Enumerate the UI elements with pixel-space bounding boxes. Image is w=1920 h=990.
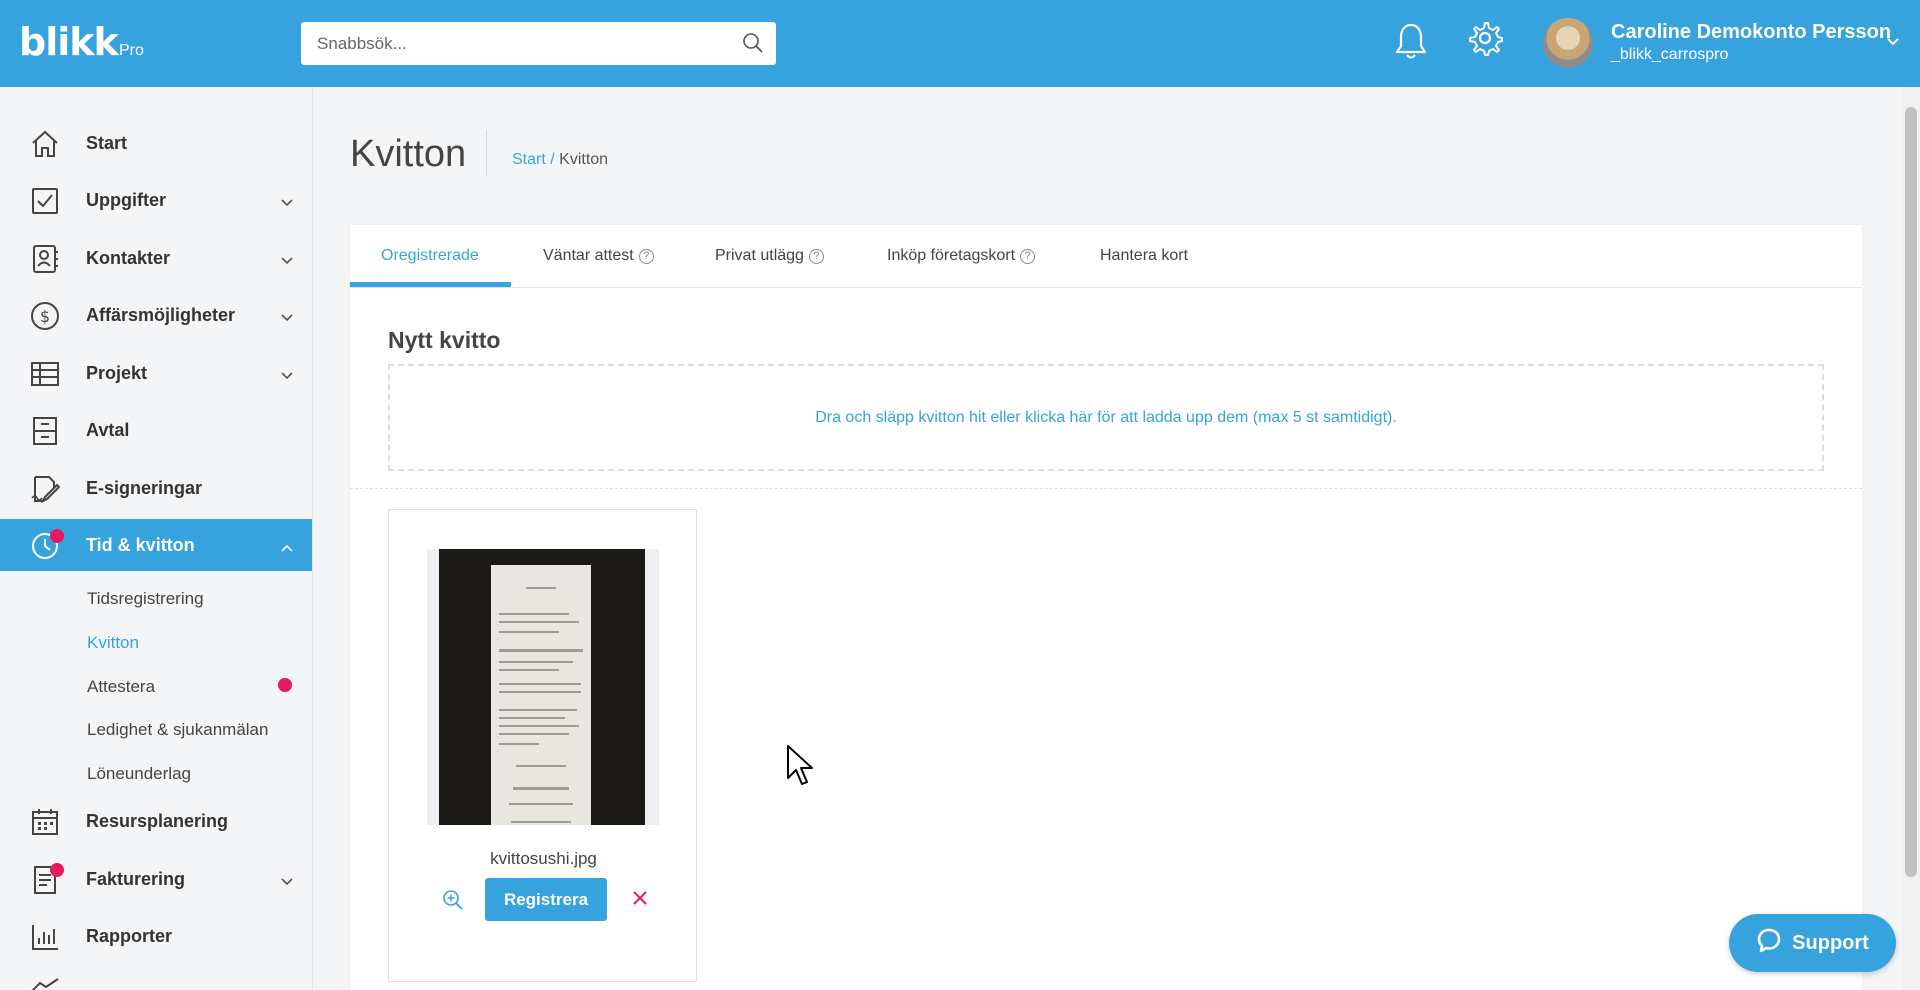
gear-icon[interactable] bbox=[1467, 20, 1503, 61]
receipt-thumbnail[interactable] bbox=[439, 549, 645, 825]
notification-dot bbox=[278, 678, 292, 692]
breadcrumb-home[interactable]: Start bbox=[512, 151, 546, 168]
tab-label: Väntar attest bbox=[543, 247, 634, 264]
sign-icon bbox=[30, 474, 61, 504]
logo-edition: Pro bbox=[119, 42, 144, 59]
sidebar-item-kontakter[interactable]: Kontakter bbox=[0, 232, 312, 284]
breadcrumb-current: Kvitton bbox=[559, 151, 609, 168]
sidebar-item-label: Rapporter bbox=[86, 926, 173, 946]
sidebar-subitem-loneunderlag[interactable]: Löneunderlag bbox=[87, 764, 191, 784]
top-bar: blikk Pro Caroline Demokonto Persson _bl… bbox=[0, 0, 1920, 87]
home-icon bbox=[30, 129, 60, 159]
tab-oregistrerade[interactable]: Oregistrerade bbox=[381, 247, 479, 265]
checkbox-icon bbox=[30, 186, 60, 216]
tab-hantera-kort[interactable]: Hantera kort bbox=[1100, 247, 1188, 265]
active-tab-indicator bbox=[350, 282, 511, 287]
chevron-up-icon bbox=[281, 539, 293, 557]
tab-privat-utlagg[interactable]: Privat utlägg ? bbox=[715, 247, 824, 265]
user-handle: _blikk_carrospro bbox=[1611, 46, 1729, 63]
scrollbar-thumb[interactable] bbox=[1905, 107, 1917, 877]
sidebar-item-affarsmojligheter[interactable]: $ Affärsmöjligheter bbox=[0, 289, 312, 341]
sidebar-subitem-tidsregistrering[interactable]: Tidsregistrering bbox=[87, 589, 204, 609]
sidebar-item-fakturering[interactable]: Fakturering bbox=[0, 853, 312, 905]
title-divider bbox=[486, 130, 487, 176]
logo[interactable]: blikk bbox=[19, 22, 119, 62]
notification-dot bbox=[50, 529, 64, 543]
table-icon bbox=[30, 359, 60, 389]
sidebar-item-label: Start bbox=[86, 133, 128, 153]
chevron-down-icon bbox=[281, 309, 293, 327]
search-box bbox=[301, 22, 776, 65]
dollar-icon: $ bbox=[30, 301, 60, 331]
tab-label: Hantera kort bbox=[1100, 247, 1189, 264]
sidebar-item-label: Tid & kvitton bbox=[86, 535, 195, 555]
tab-bar: Oregistrerade Väntar attest ? Privat utl… bbox=[350, 225, 1862, 288]
sidebar-subitem-attestera[interactable]: Attestera bbox=[87, 677, 155, 697]
sidebar-subitem-ledighet[interactable]: Ledighet & sjukanmälan bbox=[87, 720, 268, 740]
page-title: Kvitton bbox=[350, 133, 467, 175]
receipt-paper bbox=[491, 565, 591, 825]
sidebar-item-label: Projekt bbox=[86, 363, 148, 383]
sidebar-item-label: E-signeringar bbox=[86, 478, 203, 498]
register-button[interactable]: Registrera bbox=[485, 878, 607, 921]
bar-chart-icon bbox=[30, 922, 60, 952]
close-icon[interactable] bbox=[632, 890, 648, 911]
sidebar-item-label: Avtal bbox=[86, 420, 130, 440]
dropzone-text: Dra och släpp kvitton hit eller klicka h… bbox=[815, 408, 1397, 426]
sidebar-item-label: Fakturering bbox=[86, 869, 186, 889]
chat-icon bbox=[1756, 927, 1782, 959]
tab-label: Oregistrerade bbox=[381, 247, 479, 264]
sidebar-item-rapporter[interactable]: Rapporter bbox=[0, 910, 312, 962]
receipt-item: kvittosushi.jpg Registrera bbox=[388, 509, 697, 982]
trend-icon bbox=[30, 977, 60, 990]
sidebar-item-label: Resursplanering bbox=[86, 811, 229, 831]
breadcrumb: Start / Kvitton bbox=[512, 151, 608, 169]
breadcrumb-separator: / bbox=[550, 151, 555, 168]
sidebar-item-label: Affärsmöjligheter bbox=[86, 305, 236, 325]
sidebar-item-label: Kontakter bbox=[86, 248, 171, 268]
sidebar-item-resursplanering[interactable]: Resursplanering bbox=[0, 795, 312, 847]
notification-dot bbox=[50, 863, 64, 877]
zoom-in-icon[interactable] bbox=[442, 889, 464, 916]
chevron-down-icon bbox=[281, 873, 293, 891]
sidebar-item-label: Uppgifter bbox=[86, 190, 166, 210]
contacts-icon bbox=[30, 244, 60, 274]
search-icon[interactable] bbox=[742, 32, 764, 59]
mouse-cursor-icon bbox=[786, 744, 816, 793]
receipt-filename: kvittosushi.jpg bbox=[490, 849, 597, 868]
chevron-down-icon bbox=[281, 367, 293, 385]
page-scrollbar[interactable] bbox=[1902, 87, 1920, 990]
upload-dropzone[interactable]: Dra och släpp kvitton hit eller klicka h… bbox=[388, 364, 1824, 471]
receipts-card: Oregistrerade Väntar attest ? Privat utl… bbox=[350, 225, 1862, 990]
help-icon[interactable]: ? bbox=[808, 248, 824, 264]
sidebar-subitem-kvitton[interactable]: Kvitton bbox=[87, 633, 139, 653]
sidebar-item-uppgifter[interactable]: Uppgifter bbox=[0, 174, 312, 226]
bell-icon[interactable] bbox=[1394, 21, 1428, 66]
sidebar-item-e-signeringar[interactable]: E-signeringar bbox=[0, 462, 312, 514]
support-button[interactable]: Support bbox=[1729, 914, 1896, 972]
help-icon[interactable]: ? bbox=[1020, 248, 1036, 264]
sidebar-item-projekt[interactable]: Projekt bbox=[0, 347, 312, 399]
tab-label: Privat utlägg bbox=[715, 247, 804, 264]
tab-vantar-attest[interactable]: Väntar attest ? bbox=[543, 247, 654, 265]
avatar[interactable] bbox=[1543, 18, 1593, 68]
divider bbox=[350, 488, 1862, 489]
sidebar: Start Uppgifter Kontakter $ Affärsmöjlig… bbox=[0, 87, 313, 990]
sidebar-item-start[interactable]: Start bbox=[0, 117, 312, 169]
tab-inkop-foretagskort[interactable]: Inköp företagskort ? bbox=[887, 247, 1036, 265]
tab-label: Inköp företagskort bbox=[887, 247, 1016, 264]
search-input[interactable] bbox=[301, 22, 721, 65]
support-label: Support bbox=[1792, 931, 1869, 954]
section-title: Nytt kvitto bbox=[388, 327, 501, 353]
chevron-down-icon bbox=[281, 252, 293, 270]
user-name[interactable]: Caroline Demokonto Persson bbox=[1611, 21, 1891, 44]
sidebar-item-avtal[interactable]: Avtal bbox=[0, 404, 312, 456]
help-icon[interactable]: ? bbox=[638, 248, 654, 264]
sidebar-item-tid-kvitton[interactable]: Tid & kvitton bbox=[0, 519, 312, 571]
svg-text:$: $ bbox=[40, 307, 50, 326]
chevron-down-icon[interactable] bbox=[1886, 34, 1900, 52]
calendar-icon bbox=[30, 807, 60, 837]
cabinet-icon bbox=[30, 416, 60, 446]
chevron-down-icon bbox=[281, 194, 293, 212]
